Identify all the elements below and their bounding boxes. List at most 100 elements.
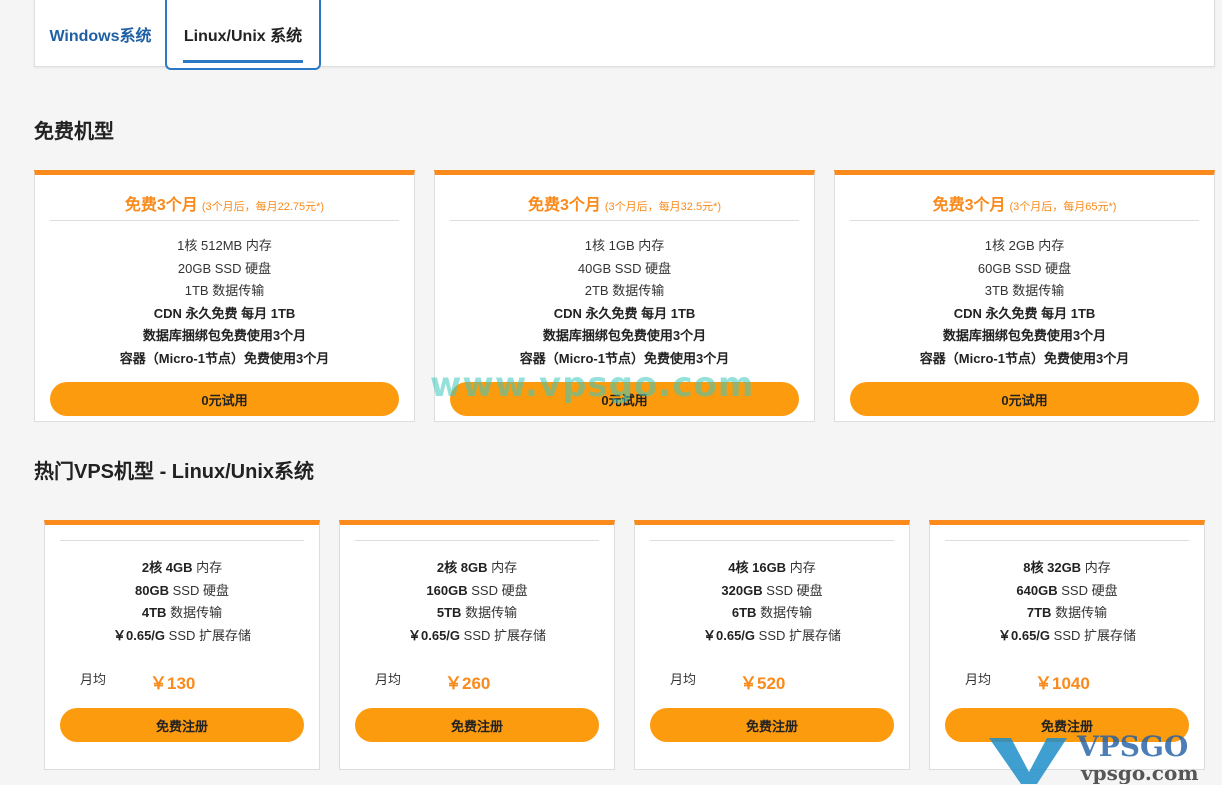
- perk-item: 容器（Micro-1节点）免费使用3个月: [119, 350, 330, 366]
- divider: [650, 540, 894, 541]
- spec-memory-value: 8核 32GB: [1023, 560, 1082, 575]
- spec-transfer-value: 5TB: [436, 605, 462, 621]
- spec-disk-value: 80GB: [135, 582, 169, 598]
- spec-memory: 2核 8GB 内存: [340, 557, 614, 580]
- price-value: ￥260: [445, 674, 491, 693]
- spec-transfer-suffix: 数据传输: [1055, 605, 1108, 621]
- free-plan-specs: 1核 1GB 内存 40GB SSD 硬盘 2TB 数据传输 CDN 永久免费 每月 …: [435, 235, 814, 371]
- divider: [945, 540, 1189, 541]
- spec-transfer-value: 7TB: [1026, 605, 1052, 621]
- spec-transfer: 4TB 数据传输: [45, 602, 319, 625]
- free-plan-header: 免费3个月 (3个月后，每月22.75元*): [50, 191, 399, 221]
- free-plan-headline: 免费3个月: [932, 197, 1006, 214]
- svg-text:vpsgo.com: vpsgo.com: [1080, 761, 1198, 784]
- spec-storage: ￥0.65/G SSD 扩展存储: [930, 625, 1204, 648]
- price-label: 月均: [670, 672, 697, 687]
- vps-plan-specs: 2核 8GB 内存 160GB SSD 硬盘 5TB 数据传输 ￥0.65/G SSD…: [340, 557, 614, 647]
- spec-transfer: 5TB 数据传输: [340, 602, 614, 625]
- perk-item: CDN 永久免费 每月 1TB: [153, 305, 296, 321]
- free-plan-card: 免费3个月 (3个月后，每月65元*) 1核 2GB 内存 60GB SSD 硬盘 3T…: [834, 170, 1215, 422]
- price-row: 月均 ￥260: [375, 665, 595, 695]
- register-button[interactable]: 免费注册: [355, 708, 599, 742]
- spec-transfer-value: 6TB: [731, 605, 757, 621]
- spec-storage: ￥0.65/G SSD 扩展存储: [635, 625, 909, 648]
- spec-disk-value: 160GB: [426, 582, 468, 598]
- spec-storage-suffix: SSD 扩展存储: [1053, 627, 1136, 643]
- free-plan-note: (3个月后，每月65元*): [1009, 201, 1117, 213]
- spec-item: 40GB SSD 硬盘: [577, 260, 672, 276]
- spec-item: 1TB 数据传输: [184, 283, 265, 299]
- spec-item: 20GB SSD 硬盘: [177, 260, 272, 276]
- free-plan-specs: 1核 2GB 内存 60GB SSD 硬盘 3TB 数据传输 CDN 永久免费 每月 …: [835, 235, 1214, 371]
- perk-item: 数据库捆绑包免费使用3个月: [942, 328, 1107, 344]
- perk-item: CDN 永久免费 每月 1TB: [953, 305, 1096, 321]
- spec-storage-suffix: SSD 扩展存储: [463, 627, 546, 643]
- perk-item: 容器（Micro-1节点）免费使用3个月: [919, 350, 1130, 366]
- free-plan-card: 免费3个月 (3个月后，每月22.75元*) 1核 512MB 内存 20GB SSD…: [34, 170, 415, 422]
- spec-memory-value: 4核 16GB: [728, 560, 787, 575]
- hot-section-title: 热门VPS机型 - Linux/Unix系统: [34, 461, 315, 483]
- price-value: ￥130: [150, 674, 196, 693]
- spec-memory-value: 2核 4GB: [141, 560, 193, 575]
- spec-storage: ￥0.65/G SSD 扩展存储: [45, 625, 319, 648]
- tab-windows[interactable]: Windows系统: [35, 0, 166, 67]
- spec-disk: 80GB SSD 硬盘: [45, 580, 319, 603]
- spec-memory: 4核 16GB 内存: [635, 557, 909, 580]
- vps-plan-card: 4核 16GB 内存 320GB SSD 硬盘 6TB 数据传输 ￥0.65/G SS…: [634, 520, 910, 770]
- spec-disk: 320GB SSD 硬盘: [635, 580, 909, 603]
- spec-memory-suffix: 内存: [789, 560, 816, 575]
- free-section-title: 免费机型: [34, 121, 114, 143]
- spec-item: 3TB 数据传输: [984, 283, 1065, 299]
- spec-storage-suffix: SSD 扩展存储: [758, 627, 841, 643]
- spec-transfer-suffix: 数据传输: [170, 605, 223, 621]
- register-button[interactable]: 免费注册: [650, 708, 894, 742]
- perk-item: 数据库捆绑包免费使用3个月: [542, 328, 707, 344]
- free-plan-header: 免费3个月 (3个月后，每月32.5元*): [450, 191, 799, 221]
- tab-linux-label: Linux/Unix 系统: [183, 27, 303, 45]
- register-button[interactable]: 免费注册: [60, 708, 304, 742]
- spec-transfer-suffix: 数据传输: [760, 605, 813, 621]
- free-trial-button[interactable]: 0元试用: [50, 382, 399, 416]
- price-value: ￥520: [740, 674, 786, 693]
- free-plan-headline: 免费3个月: [124, 197, 198, 214]
- price-label: 月均: [80, 672, 107, 687]
- spec-memory: 8核 32GB 内存: [930, 557, 1204, 580]
- spec-storage-value: ￥0.65/G: [408, 627, 461, 643]
- svg-text:VPSGO: VPSGO: [1076, 730, 1188, 763]
- spec-disk-suffix: SSD 硬盘: [1061, 582, 1118, 598]
- perk-item: 数据库捆绑包免费使用3个月: [142, 328, 307, 344]
- spec-memory: 2核 4GB 内存: [45, 557, 319, 580]
- spec-transfer: 7TB 数据传输: [930, 602, 1204, 625]
- spec-item: 60GB SSD 硬盘: [977, 260, 1072, 276]
- vps-plan-specs: 4核 16GB 内存 320GB SSD 硬盘 6TB 数据传输 ￥0.65/G SS…: [635, 557, 909, 647]
- divider: [60, 540, 304, 541]
- free-plan-specs: 1核 512MB 内存 20GB SSD 硬盘 1TB 数据传输 CDN 永久免费 每…: [35, 235, 414, 371]
- vpsgo-logo: VPSGO vpsgo.com: [989, 730, 1198, 784]
- spec-disk-value: 320GB: [721, 582, 763, 598]
- spec-storage-value: ￥0.65/G: [703, 627, 756, 643]
- os-tab-bar: Windows系统 Linux/Unix 系统: [34, 0, 1215, 70]
- tab-linux-unix[interactable]: Linux/Unix 系统: [165, 0, 321, 70]
- spec-item: 1核 512MB 内存: [177, 238, 272, 253]
- price-value: ￥1040: [1035, 674, 1090, 693]
- free-plan-headline: 免费3个月: [527, 197, 601, 214]
- watermark: www.vpsgo.com: [430, 365, 755, 405]
- spec-storage-value: ￥0.65/G: [998, 627, 1051, 643]
- spec-disk-value: 640GB: [1016, 582, 1058, 598]
- vps-plan-specs: 8核 32GB 内存 640GB SSD 硬盘 7TB 数据传输 ￥0.65/G SS…: [930, 557, 1204, 647]
- spec-item: 2TB 数据传输: [584, 283, 665, 299]
- spec-memory-value: 2核 8GB: [436, 560, 488, 575]
- free-trial-button[interactable]: 0元试用: [850, 382, 1199, 416]
- free-plan-note: (3个月后，每月32.5元*): [604, 201, 722, 213]
- price-label: 月均: [375, 672, 402, 687]
- spec-transfer-value: 4TB: [141, 605, 167, 621]
- spec-storage: ￥0.65/G SSD 扩展存储: [340, 625, 614, 648]
- spec-transfer-suffix: 数据传输: [465, 605, 518, 621]
- spec-storage-suffix: SSD 扩展存储: [168, 627, 251, 643]
- price-row: 月均 ￥1040: [965, 665, 1185, 695]
- price-label: 月均: [965, 672, 992, 687]
- vps-plan-card: 2核 8GB 内存 160GB SSD 硬盘 5TB 数据传输 ￥0.65/G SSD…: [339, 520, 615, 770]
- spec-storage-value: ￥0.65/G: [113, 627, 166, 643]
- divider: [355, 540, 599, 541]
- spec-transfer: 6TB 数据传输: [635, 602, 909, 625]
